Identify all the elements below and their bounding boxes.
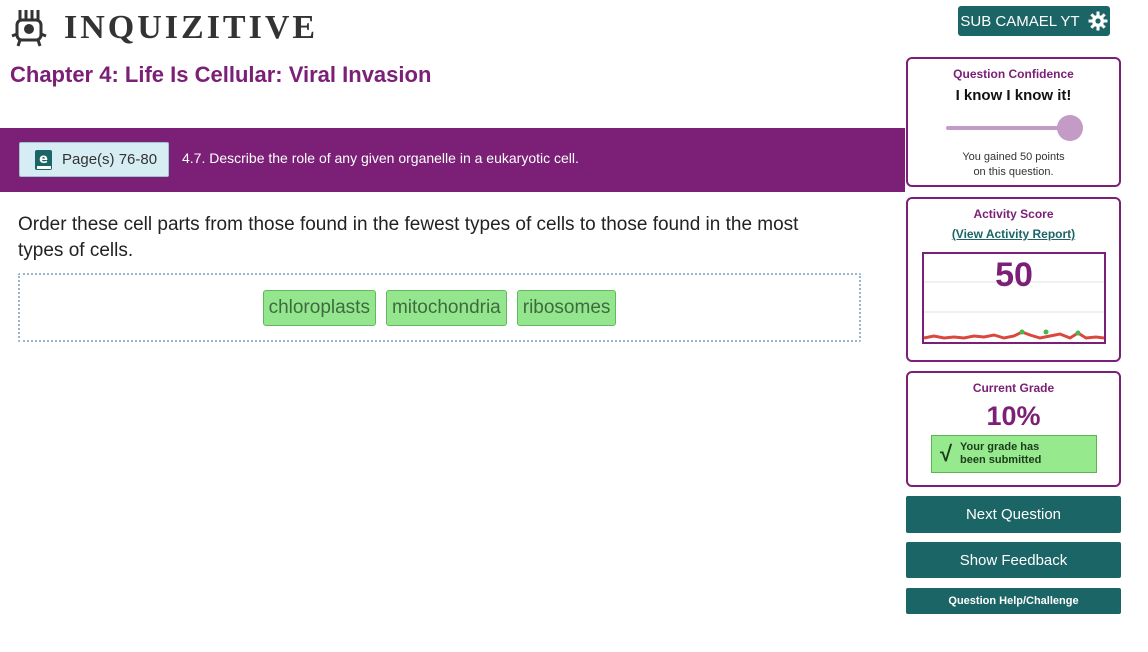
confidence-slider-track[interactable] [946,126,1070,130]
checkmark-icon: √ [939,441,953,466]
next-question-button[interactable]: Next Question [906,496,1121,533]
learning-objective-bar: e Page(s) 76-80 4.7. Describe the role o… [0,128,905,192]
ebook-pages-button[interactable]: e Page(s) 76-80 [19,142,169,177]
grade-submitted-text: Your grade has been submitted [960,441,1041,467]
activity-score-label: Activity Score [973,207,1054,221]
answer-chip-chloroplasts[interactable]: chloroplasts [262,289,376,326]
points-line-2: on this question. [973,166,1054,178]
answer-chip-mitochondria[interactable]: mitochondria [385,289,507,326]
show-feedback-button[interactable]: Show Feedback [906,542,1121,578]
points-message: You gained 50 points on this question. [908,150,1119,180]
score-point-correct [1043,329,1049,335]
gear-icon [1088,11,1108,31]
confidence-slider-thumb[interactable] [1057,115,1083,141]
confidence-level: I know I know it! [955,87,1072,104]
question-confidence-panel: Question Confidence I know I know it! Yo… [906,57,1121,187]
chapter-title: Chapter 4: Life Is Cellular: Viral Invas… [10,62,432,87]
user-settings-button[interactable]: SUB CAMAEL YT [958,6,1110,36]
pages-label: Page(s) 76-80 [62,151,158,168]
ebook-icon: e [35,149,52,170]
grade-submitted-badge: √ Your grade has been submitted [931,435,1097,473]
current-grade-label: Current Grade [972,381,1055,395]
current-grade-panel: Current Grade 10% √ Your grade has been … [906,371,1121,487]
score-point-correct [1075,330,1081,336]
badge-line-2: been submitted [960,454,1042,466]
rabbit-logo-icon [11,10,47,47]
current-grade-value: 10% [986,401,1041,431]
view-activity-report-link[interactable]: (View Activity Report) [908,227,1119,241]
points-line-1: You gained 50 points [962,151,1065,163]
confidence-label: Question Confidence [953,67,1074,81]
logo-text: INQUIZITIVE [64,9,319,46]
activity-score-value: 50 [995,256,1033,294]
user-name: SUB CAMAEL YT [960,12,1080,30]
ordering-answer-area: chloroplasts mitochondria ribosomes [18,273,861,342]
question-help-challenge-button[interactable]: Question Help/Challenge [906,588,1121,614]
score-point-correct [1019,329,1025,335]
inquizitive-logo: INQUIZITIVE [8,8,318,48]
activity-score-panel: Activity Score (View Activity Report) 50 [906,197,1121,362]
objective-text: 4.7. Describe the role of any given orga… [182,150,579,166]
question-prompt: Order these cell parts from those found … [18,214,799,261]
badge-line-1: Your grade has [960,441,1040,453]
answer-chip-ribosomes[interactable]: ribosomes [516,289,617,326]
svg-text:e: e [39,152,48,167]
